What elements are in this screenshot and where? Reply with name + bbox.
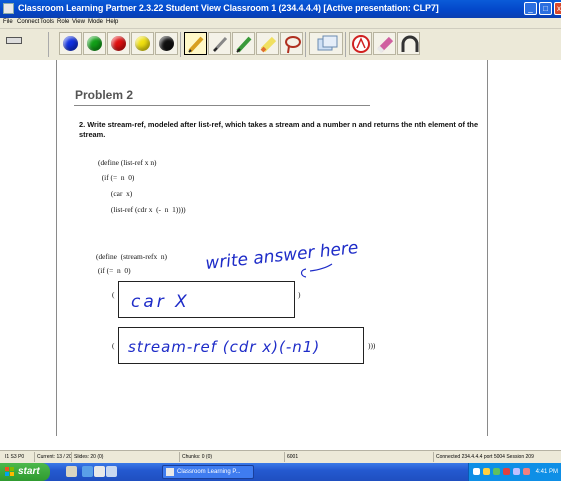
marker-icon: [260, 36, 277, 53]
app-icon: [166, 468, 174, 476]
status-connection: Connected 234.4.4.4 port 5004 Session 20…: [433, 452, 561, 462]
internet-explorer-icon[interactable]: [82, 466, 93, 477]
tray-icon[interactable]: [473, 468, 480, 475]
yellow-dot-icon: [135, 36, 150, 51]
highlighter-pen-icon: [236, 36, 252, 53]
marker-tool-button[interactable]: [256, 32, 279, 55]
minimize-button[interactable]: _: [524, 2, 537, 15]
thin-pen-tool-button[interactable]: [208, 32, 231, 55]
start-button[interactable]: start: [0, 463, 50, 481]
blue-dot-icon: [63, 36, 78, 51]
menu-role[interactable]: Role: [57, 19, 69, 25]
problem-title: Problem 2: [75, 88, 134, 102]
color-red-button[interactable]: [107, 32, 130, 55]
toolbar: [0, 29, 561, 60]
paren-close: ): [298, 290, 301, 299]
slide-canvas[interactable]: [0, 60, 561, 436]
answer-box-1[interactable]: [118, 281, 295, 318]
close-button[interactable]: x: [554, 2, 561, 15]
pdf-icon: [352, 35, 370, 53]
menu-bar: File Connect Tools Role View Mode Help: [0, 18, 561, 29]
pdf-tool-button[interactable]: [349, 32, 372, 55]
code-line: (define (stream-refx n): [96, 252, 167, 261]
tray-icon[interactable]: [513, 468, 520, 475]
code-line: (if (= n 0): [98, 173, 135, 182]
start-label: start: [18, 466, 40, 477]
code-line: (list-ref (cdr x (- n 1)))): [98, 205, 186, 214]
toolbar-separator: [180, 32, 181, 57]
status-ids: I1 S3 P0: [5, 454, 25, 460]
shapes-tool-button[interactable]: [309, 32, 343, 55]
status-current-slide: Current: 13 / 20: [34, 452, 72, 462]
menu-connect[interactable]: Connect: [17, 19, 39, 25]
lasso-tool-button[interactable]: [280, 32, 303, 55]
title-bar: Classroom Learning Partner 2.3.22 Studen…: [0, 0, 561, 18]
problem-question: 2. Write stream-ref, modeled after list-…: [79, 120, 479, 139]
status-bar: I1 S3 P0 Current: 13 / 20 Slides: 20 (0)…: [0, 450, 561, 463]
shapes-icon: [317, 35, 338, 51]
toolbar-separator: [48, 32, 49, 57]
undo-arc-icon: [401, 35, 419, 52]
paren-close: ))): [368, 341, 376, 350]
code-line: (car x): [98, 189, 133, 198]
color-black-button[interactable]: [155, 32, 178, 55]
toolbar-separator: [305, 32, 306, 57]
answer-box-2[interactable]: [118, 327, 364, 364]
tray-icon[interactable]: [523, 468, 530, 475]
menu-view[interactable]: View: [72, 19, 85, 25]
menu-tools[interactable]: Tools: [40, 19, 54, 25]
black-dot-icon: [159, 36, 174, 51]
menu-help[interactable]: Help: [106, 19, 118, 25]
pen-icon: [188, 36, 204, 53]
app-icon[interactable]: [3, 3, 14, 14]
toolbar-separator: [345, 32, 346, 57]
status-slide-count: Slides: 20 (0): [71, 452, 178, 462]
window-title: Classroom Learning Partner 2.3.22 Studen…: [18, 3, 439, 13]
tray-icon[interactable]: [493, 468, 500, 475]
pen-tool-button[interactable]: [184, 32, 207, 55]
status-port: 6001: [284, 452, 432, 462]
color-blue-button[interactable]: [59, 32, 82, 55]
title-rule: [74, 105, 370, 106]
eraser-icon: [376, 36, 394, 54]
slide-page[interactable]: [56, 60, 488, 436]
windows-logo-icon: [5, 467, 14, 476]
menu-mode[interactable]: Mode: [88, 19, 103, 25]
thin-pen-icon: [212, 36, 228, 53]
taskbar-app-button[interactable]: Classroom Learning P...: [162, 465, 254, 479]
paren-open: (: [112, 341, 115, 350]
system-tray: 4:41 PM: [468, 463, 561, 481]
undo-tool-button[interactable]: [397, 32, 420, 55]
keyboard-icon[interactable]: [6, 37, 22, 44]
code-line: (if (= n 0): [96, 266, 131, 275]
taskbar: start Classroom Learning P... 4:41 PM: [0, 463, 561, 481]
eraser-tool-button[interactable]: [373, 32, 396, 55]
color-green-button[interactable]: [83, 32, 106, 55]
tray-icon[interactable]: [483, 468, 490, 475]
maximize-button[interactable]: □: [539, 2, 552, 15]
status-chunks: Chunks: 0 (0): [179, 452, 283, 462]
show-desktop-icon[interactable]: [66, 466, 77, 477]
paren-open: (: [112, 290, 115, 299]
green-dot-icon: [87, 36, 102, 51]
lasso-icon: [285, 36, 301, 54]
code-line: (define (list-ref x n): [98, 158, 157, 167]
explorer-icon[interactable]: [94, 466, 105, 477]
highlighter-pen-tool-button[interactable]: [232, 32, 255, 55]
clock: 4:41 PM: [535, 469, 558, 475]
color-yellow-button[interactable]: [131, 32, 154, 55]
red-dot-icon: [111, 36, 126, 51]
tray-icon[interactable]: [503, 468, 510, 475]
media-icon[interactable]: [106, 466, 117, 477]
taskbar-app-label: Classroom Learning P...: [177, 469, 241, 475]
menu-file[interactable]: File: [3, 19, 13, 25]
